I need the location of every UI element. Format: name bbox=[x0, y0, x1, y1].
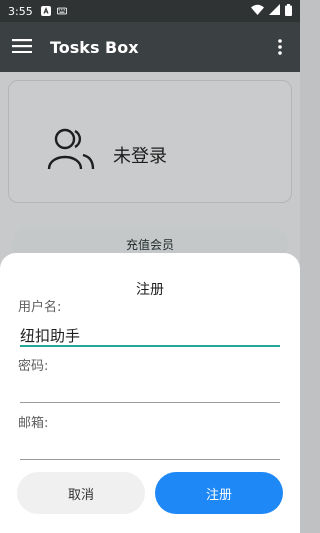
profile-card[interactable]: 未登录 bbox=[8, 80, 292, 203]
status-time: 3:55 bbox=[8, 4, 33, 18]
app-bar: Tosks Box bbox=[0, 22, 300, 72]
wifi-icon bbox=[251, 4, 264, 18]
username-underline bbox=[20, 345, 280, 347]
hamburger-menu-icon[interactable] bbox=[12, 38, 32, 57]
login-status: 未登录 bbox=[113, 146, 167, 167]
cancel-button[interactable]: 取消 bbox=[17, 472, 145, 514]
signal-icon bbox=[269, 4, 280, 18]
app-title: Tosks Box bbox=[50, 37, 139, 57]
more-options-icon[interactable] bbox=[272, 39, 288, 55]
register-dialog: 注册 用户名: 纽扣助手 密码: 邮箱: 取消 注册 bbox=[0, 253, 300, 533]
keyboard-icon bbox=[56, 6, 67, 16]
password-label: 密码: bbox=[18, 359, 49, 374]
username-label: 用户名: bbox=[18, 300, 62, 315]
battery-icon bbox=[285, 3, 292, 19]
app-notification-icon bbox=[40, 6, 51, 16]
recharge-member-label: 充值会员 bbox=[125, 238, 174, 252]
email-underline bbox=[20, 459, 280, 460]
email-input[interactable] bbox=[20, 434, 280, 456]
password-underline bbox=[20, 402, 280, 403]
password-input[interactable] bbox=[20, 377, 280, 399]
username-input[interactable]: 纽扣助手 bbox=[20, 325, 80, 346]
register-button[interactable]: 注册 bbox=[155, 472, 283, 514]
users-icon bbox=[45, 123, 97, 175]
status-bar: 3:55 bbox=[0, 0, 300, 22]
email-label: 邮箱: bbox=[18, 416, 49, 431]
